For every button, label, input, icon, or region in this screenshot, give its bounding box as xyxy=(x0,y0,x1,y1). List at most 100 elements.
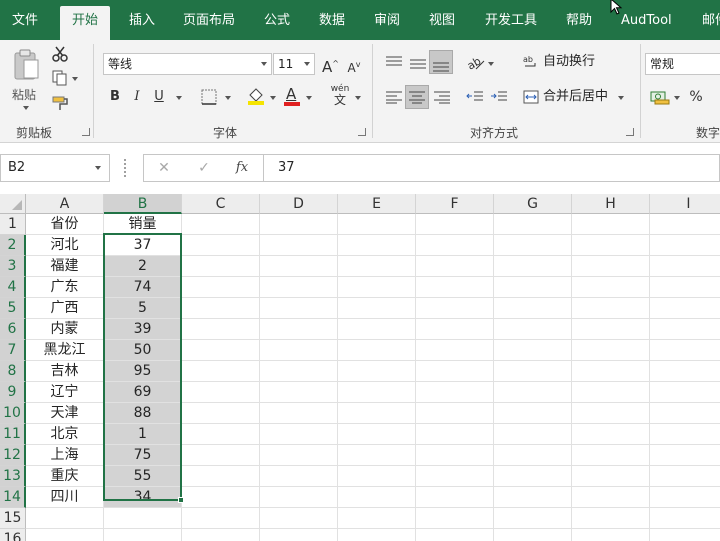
cell-b13[interactable]: 55 xyxy=(104,466,182,487)
enter-icon[interactable]: ✓ xyxy=(196,160,212,176)
cell-f15[interactable] xyxy=(416,508,494,529)
font-family-select[interactable]: 等线 xyxy=(103,53,272,75)
cell-a11[interactable]: 北京 xyxy=(26,424,104,445)
cell-h1[interactable] xyxy=(572,214,650,235)
cell-a3[interactable]: 福建 xyxy=(26,256,104,277)
fill-color-dropdown-icon[interactable] xyxy=(270,96,276,100)
align-right-icon[interactable] xyxy=(433,90,451,104)
cell-h10[interactable] xyxy=(572,403,650,424)
cell-i10[interactable] xyxy=(650,403,720,424)
cell-a5[interactable]: 广西 xyxy=(26,298,104,319)
tab-review[interactable]: 审阅 xyxy=(374,0,400,40)
italic-button[interactable]: I xyxy=(130,89,144,105)
cell-d10[interactable] xyxy=(260,403,338,424)
cell-i13[interactable] xyxy=(650,466,720,487)
cell-i5[interactable] xyxy=(650,298,720,319)
cell-h9[interactable] xyxy=(572,382,650,403)
cell-e10[interactable] xyxy=(338,403,416,424)
row-header-2[interactable]: 2 xyxy=(0,235,26,256)
cell-g10[interactable] xyxy=(494,403,572,424)
cell-h3[interactable] xyxy=(572,256,650,277)
cell-f13[interactable] xyxy=(416,466,494,487)
cell-e11[interactable] xyxy=(338,424,416,445)
column-header-h[interactable]: H xyxy=(572,194,650,214)
cell-d14[interactable] xyxy=(260,487,338,508)
decrease-indent-icon[interactable] xyxy=(466,90,484,104)
cell-a12[interactable]: 上海 xyxy=(26,445,104,466)
tab-insert[interactable]: 插入 xyxy=(129,0,155,40)
cell-i1[interactable] xyxy=(650,214,720,235)
cell-e16[interactable] xyxy=(338,529,416,541)
cell-b16[interactable] xyxy=(104,529,182,541)
cell-g13[interactable] xyxy=(494,466,572,487)
paste-button[interactable]: 粘贴 xyxy=(8,46,44,118)
cell-g2[interactable] xyxy=(494,235,572,256)
cell-e2[interactable] xyxy=(338,235,416,256)
cell-e7[interactable] xyxy=(338,340,416,361)
cell-d6[interactable] xyxy=(260,319,338,340)
cell-b9[interactable]: 69 xyxy=(104,382,182,403)
cell-b6[interactable]: 39 xyxy=(104,319,182,340)
cell-i3[interactable] xyxy=(650,256,720,277)
cell-i12[interactable] xyxy=(650,445,720,466)
cell-a14[interactable]: 四川 xyxy=(26,487,104,508)
cell-b8[interactable]: 95 xyxy=(104,361,182,382)
cell-a1[interactable]: 省份 xyxy=(26,214,104,235)
cell-c7[interactable] xyxy=(182,340,260,361)
cell-b15[interactable] xyxy=(104,508,182,529)
cell-g5[interactable] xyxy=(494,298,572,319)
column-header-e[interactable]: E xyxy=(338,194,416,214)
cell-b3[interactable]: 2 xyxy=(104,256,182,277)
shrink-font-button[interactable]: Av xyxy=(346,57,362,76)
cell-e6[interactable] xyxy=(338,319,416,340)
tab-home[interactable]: 开始 xyxy=(60,6,111,40)
grow-font-button[interactable]: A^ xyxy=(322,56,339,75)
cell-e15[interactable] xyxy=(338,508,416,529)
column-header-b[interactable]: B xyxy=(104,194,182,214)
column-header-a[interactable]: A xyxy=(26,194,104,214)
cell-h13[interactable] xyxy=(572,466,650,487)
cell-f9[interactable] xyxy=(416,382,494,403)
cell-d15[interactable] xyxy=(260,508,338,529)
font-launcher-icon[interactable] xyxy=(358,128,366,136)
column-header-d[interactable]: D xyxy=(260,194,338,214)
cell-h8[interactable] xyxy=(572,361,650,382)
cell-a15[interactable] xyxy=(26,508,104,529)
cell-f1[interactable] xyxy=(416,214,494,235)
merge-center-button[interactable]: 合并后居中 xyxy=(523,89,633,107)
row-header-12[interactable]: 12 xyxy=(0,445,26,466)
cell-c6[interactable] xyxy=(182,319,260,340)
cell-d16[interactable] xyxy=(260,529,338,541)
clipboard-launcher-icon[interactable] xyxy=(82,128,90,136)
cell-i9[interactable] xyxy=(650,382,720,403)
cell-c4[interactable] xyxy=(182,277,260,298)
cell-e4[interactable] xyxy=(338,277,416,298)
cell-i14[interactable] xyxy=(650,487,720,508)
cell-g3[interactable] xyxy=(494,256,572,277)
cell-f14[interactable] xyxy=(416,487,494,508)
cancel-icon[interactable]: ✕ xyxy=(156,160,172,176)
cell-d3[interactable] xyxy=(260,256,338,277)
row-header-3[interactable]: 3 xyxy=(0,256,26,277)
phonetic-dropdown-icon[interactable] xyxy=(355,96,361,100)
phonetic-button[interactable]: wén 文 xyxy=(329,84,351,108)
cell-h12[interactable] xyxy=(572,445,650,466)
font-size-select[interactable]: 11 xyxy=(273,53,315,75)
cell-h11[interactable] xyxy=(572,424,650,445)
cell-f10[interactable] xyxy=(416,403,494,424)
cell-f2[interactable] xyxy=(416,235,494,256)
format-painter-icon[interactable] xyxy=(52,95,70,111)
cell-i7[interactable] xyxy=(650,340,720,361)
cell-c14[interactable] xyxy=(182,487,260,508)
cell-c8[interactable] xyxy=(182,361,260,382)
cell-c1[interactable] xyxy=(182,214,260,235)
cell-g16[interactable] xyxy=(494,529,572,541)
underline-button[interactable]: U xyxy=(152,89,166,105)
cell-g8[interactable] xyxy=(494,361,572,382)
cell-b1[interactable]: 销量 xyxy=(104,214,182,235)
cell-g4[interactable] xyxy=(494,277,572,298)
cell-c13[interactable] xyxy=(182,466,260,487)
accounting-format-icon[interactable] xyxy=(650,89,670,105)
align-middle-icon[interactable] xyxy=(409,57,427,71)
cell-e1[interactable] xyxy=(338,214,416,235)
